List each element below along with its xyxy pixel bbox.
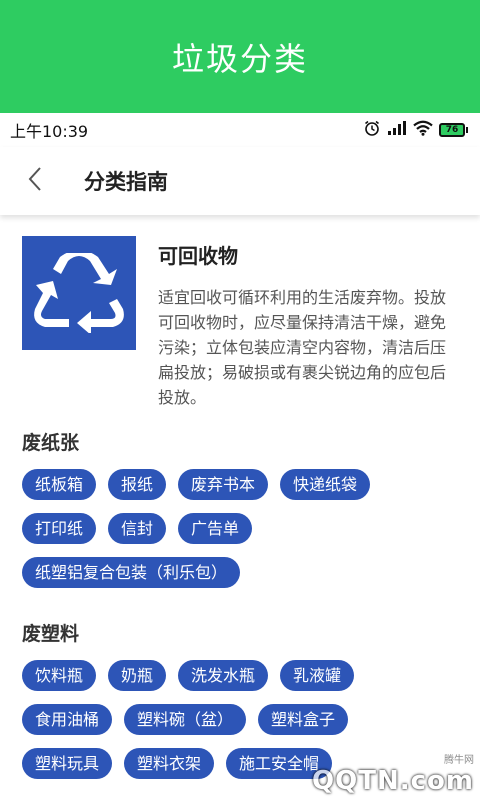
signal-icon — [387, 120, 407, 140]
watermark-logo: QQTN.com — [312, 766, 474, 796]
section-title: 废纸张 — [22, 432, 80, 454]
category-info: 可回收物 适宜回收可循环利用的生活废弃物。投放可回收物时，应尽量保持清洁干燥，避… — [158, 236, 458, 410]
item-tag[interactable]: 塑料盒子 — [258, 704, 349, 735]
status-bar: 上午10:39 76 — [0, 113, 480, 147]
item-tag[interactable]: 纸塑铝复合包装（利乐包） — [22, 557, 241, 588]
battery-icon: 76 — [439, 123, 468, 137]
item-tag[interactable]: 塑料衣架 — [124, 748, 215, 779]
item-tag[interactable]: 饮料瓶 — [22, 660, 97, 691]
guide-content[interactable]: 可回收物 适宜回收可循环利用的生活废弃物。投放可回收物时，应尽量保持清洁干燥，避… — [0, 215, 480, 800]
section-title: 废塑料 — [22, 623, 80, 645]
item-tag[interactable]: 奶瓶 — [108, 660, 167, 691]
item-tag[interactable]: 塑料玩具 — [22, 748, 113, 779]
category-description: 适宜回收可循环利用的生活废弃物。投放可回收物时，应尽量保持清洁干燥，避免污染；立… — [158, 288, 447, 407]
back-button[interactable] — [0, 147, 70, 215]
chevron-left-icon — [27, 166, 43, 196]
banner-title: 垃圾分类 — [171, 39, 308, 78]
wifi-icon — [413, 120, 433, 140]
battery-level: 76 — [439, 123, 465, 137]
sections-list: 废纸张纸板箱 报纸 废弃书本 快递纸袋打印纸 信封 广告单纸塑铝复合包装（利乐包） 废塑料饮… — [0, 428, 480, 792]
alarm-icon — [363, 119, 381, 141]
recycle-icon — [22, 236, 136, 350]
item-tag[interactable]: 食用油桶 — [22, 704, 113, 735]
app-banner: 垃圾分类 — [0, 0, 480, 113]
item-tag[interactable]: 纸板箱 — [22, 469, 97, 500]
item-tag[interactable]: 废弃书本 — [178, 469, 269, 500]
watermark: 腾牛网 QQTN.com — [312, 751, 474, 796]
item-tag[interactable]: 报纸 — [108, 469, 167, 500]
item-tag[interactable]: 信封 — [108, 513, 167, 544]
page-title: 分类指南 — [84, 170, 168, 194]
app-bar: 分类指南 — [0, 147, 480, 215]
item-tags: 纸板箱 报纸 废弃书本 快递纸袋打印纸 信封 广告单纸塑铝复合包装（利乐包） — [22, 469, 462, 601]
item-tag[interactable]: 打印纸 — [22, 513, 97, 544]
item-tag[interactable]: 广告单 — [178, 513, 253, 544]
status-time: 上午10:39 — [10, 122, 89, 141]
item-tag[interactable]: 乳液罐 — [280, 660, 355, 691]
item-tag[interactable]: 快递纸袋 — [280, 469, 371, 500]
watermark-small: 腾牛网 — [444, 755, 474, 766]
item-section: 废纸张纸板箱 报纸 废弃书本 快递纸袋打印纸 信封 广告单纸塑铝复合包装（利乐包） — [0, 428, 480, 601]
category-header: 可回收物 适宜回收可循环利用的生活废弃物。投放可回收物时，应尽量保持清洁干燥，避… — [0, 215, 480, 410]
item-tag[interactable]: 洗发水瓶 — [178, 660, 269, 691]
item-tag[interactable]: 塑料碗（盆） — [124, 704, 247, 735]
status-icons: 76 — [363, 119, 468, 141]
category-title: 可回收物 — [158, 244, 238, 268]
